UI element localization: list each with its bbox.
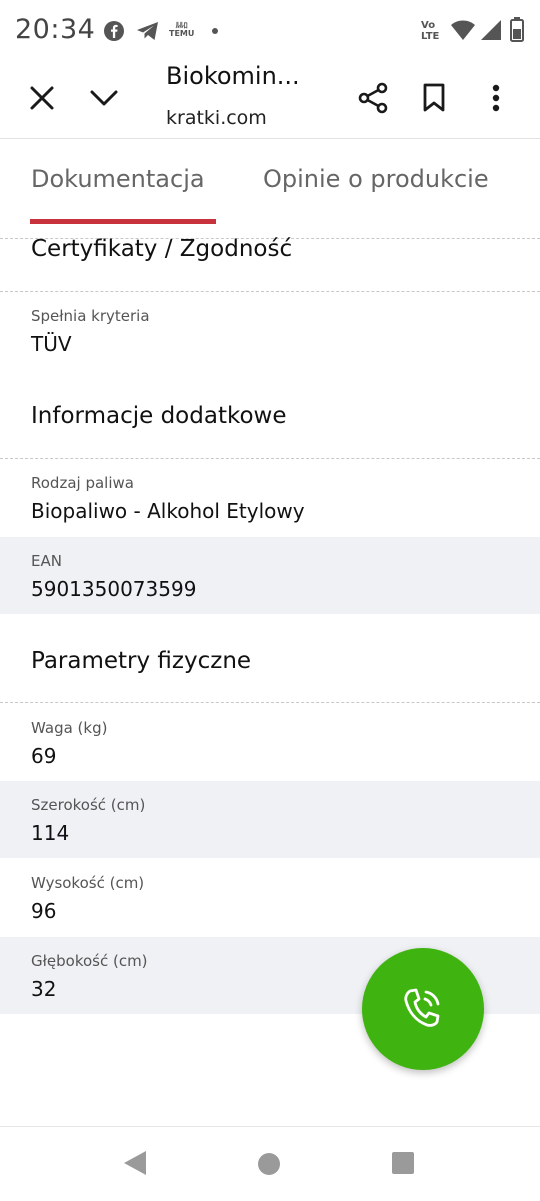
spec-label: Rodzaj paliwa	[31, 474, 134, 492]
bookmark-button[interactable]	[412, 76, 456, 120]
spec-row: Waga (kg) 69	[0, 704, 540, 781]
dot-icon	[212, 28, 218, 34]
status-bar: 20:34 ﾙﾙﾛ TEMU Vo LTE	[0, 0, 540, 62]
system-nav-bar	[0, 1126, 540, 1201]
spec-row: Wysokość (cm) 96	[0, 859, 540, 936]
close-button[interactable]	[20, 76, 64, 120]
spec-label: Wysokość (cm)	[31, 874, 145, 892]
app-bar: Biokomin... kratki.com	[0, 62, 540, 139]
temu-icon-label: TEMU	[169, 29, 195, 38]
recents-icon[interactable]	[391, 1151, 415, 1175]
close-icon	[30, 86, 54, 110]
spec-value: 32	[31, 977, 57, 1001]
spec-label: EAN	[31, 552, 62, 570]
volte-bottom: LTE	[421, 31, 440, 42]
spec-value: 96	[31, 899, 57, 923]
spec-value: 69	[31, 744, 57, 768]
spec-row: Rodzaj paliwa Biopaliwo - Alkohol Etylow…	[0, 459, 540, 536]
share-icon	[358, 82, 388, 114]
spec-row: EAN 5901350073599	[0, 537, 540, 614]
volte-top: Vo	[421, 20, 436, 31]
spec-value: Biopaliwo - Alkohol Etylowy	[31, 499, 305, 523]
spec-value: 5901350073599	[31, 577, 197, 601]
tab-dokumentacja[interactable]: Dokumentacja	[31, 165, 205, 193]
facebook-icon	[104, 21, 124, 41]
telegram-icon	[137, 22, 158, 40]
status-time: 20:34	[15, 14, 96, 45]
spec-label: Szerokość (cm)	[31, 796, 146, 814]
section-title-certificates: Certyfikaty / Zgodność	[31, 236, 293, 262]
more-vert-icon	[492, 84, 500, 112]
bookmark-icon	[423, 83, 445, 112]
divider	[0, 702, 540, 703]
chevron-down-icon	[90, 90, 118, 106]
spec-row: Spełnia kryteria TÜV	[0, 292, 540, 369]
back-icon[interactable]	[122, 1149, 148, 1177]
call-button[interactable]	[362, 948, 484, 1070]
page-domain: kratki.com	[166, 107, 267, 129]
battery-icon	[510, 17, 524, 42]
phone-call-icon	[404, 988, 440, 1027]
spec-label: Waga (kg)	[31, 719, 108, 737]
section-title-physical-params: Parametry fizyczne	[31, 648, 252, 674]
wifi-icon	[451, 20, 475, 40]
minimize-button[interactable]	[82, 76, 126, 120]
spec-label: Głębokość (cm)	[31, 952, 148, 970]
signal-icon	[481, 20, 501, 40]
spec-value: TÜV	[31, 332, 72, 356]
share-button[interactable]	[351, 76, 395, 120]
tab-opinie[interactable]: Opinie o produkcie	[263, 165, 489, 193]
active-tab-indicator	[30, 219, 216, 224]
tab-bar: Dokumentacja Opinie o produkcie	[0, 139, 540, 225]
section-title-additional-info: Informacje dodatkowe	[31, 403, 287, 429]
temu-icon: ﾙﾙﾛ TEMU	[169, 22, 194, 38]
spec-value: 114	[31, 821, 70, 845]
volte-icon: Vo LTE	[421, 20, 439, 42]
page-title: Biokomin...	[166, 62, 300, 90]
home-icon[interactable]	[257, 1152, 281, 1176]
more-options-button[interactable]	[474, 76, 518, 120]
spec-label: Spełnia kryteria	[31, 307, 150, 325]
spec-row: Szerokość (cm) 114	[0, 781, 540, 858]
